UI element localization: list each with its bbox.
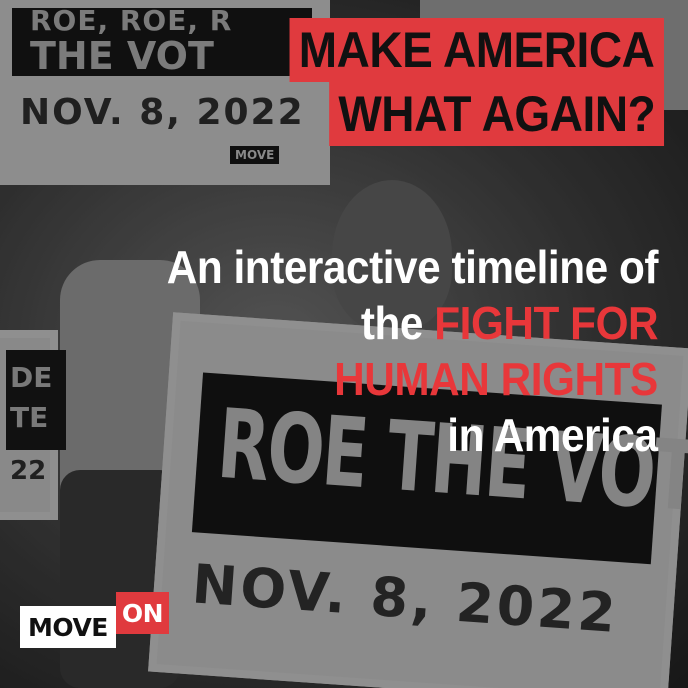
logo-move-text: MOVE — [20, 606, 116, 648]
headline-line-1: MAKE AMERICA — [289, 18, 664, 82]
subheadline-the: the — [360, 297, 435, 349]
subheadline-line-2: the FIGHT FOR — [360, 296, 659, 350]
moveon-logo: MOVE ON — [20, 592, 170, 648]
logo-on-text: ON — [115, 592, 170, 634]
subheadline-fight-for: FIGHT FOR — [434, 297, 658, 349]
subheadline-human-rights: HUMAN RIGHTS — [334, 353, 658, 405]
promo-graphic: ROE, ROE, R THE VOT NOV. 8, 2022 MOVE DE… — [0, 0, 688, 688]
headline-line-2: WHAT AGAIN? — [328, 82, 664, 146]
subheadline-line-4: in America — [447, 409, 659, 461]
subheadline-line-1: An interactive timeline of — [166, 241, 659, 293]
